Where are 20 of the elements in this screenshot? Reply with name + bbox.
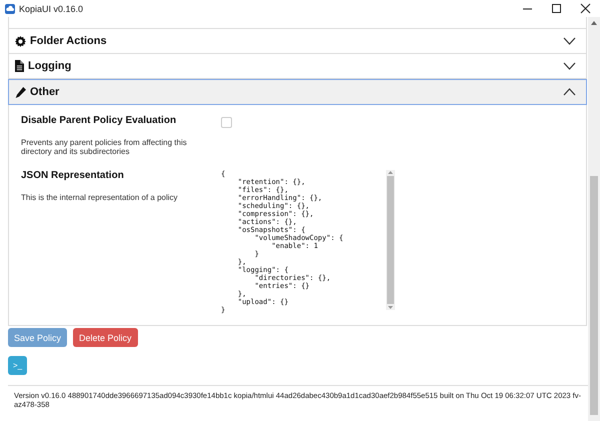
window-title: KopiaUI v0.16.0 [19,4,84,14]
accordion-header[interactable]: Logging [8,54,587,79]
chevron-up-icon [563,88,576,96]
app-logo-icon [5,4,15,14]
accordion-header[interactable]: Folder Actions [8,29,587,54]
chevron-down-icon [563,37,576,45]
accordion-header[interactable]: Other [8,79,587,105]
scrollbar[interactable] [386,170,395,310]
file-icon [15,60,24,72]
checkbox[interactable] [221,117,232,128]
field-label: Disable Parent Policy Evaluation [21,115,178,126]
gear-icon [15,36,26,46]
policy-button[interactable]: Delete Policy [73,328,138,347]
window-scrollbar[interactable] [588,17,600,421]
scroll-up-icon[interactable] [591,20,597,26]
help-text: This is the internal representation of a policy [21,193,179,202]
pencil-icon [15,86,26,98]
help-text: Prevents any parent policies from affecting this directory and its subdirectories [21,138,188,156]
field-label: JSON Representation [21,170,125,181]
chevron-down-icon [563,62,576,70]
